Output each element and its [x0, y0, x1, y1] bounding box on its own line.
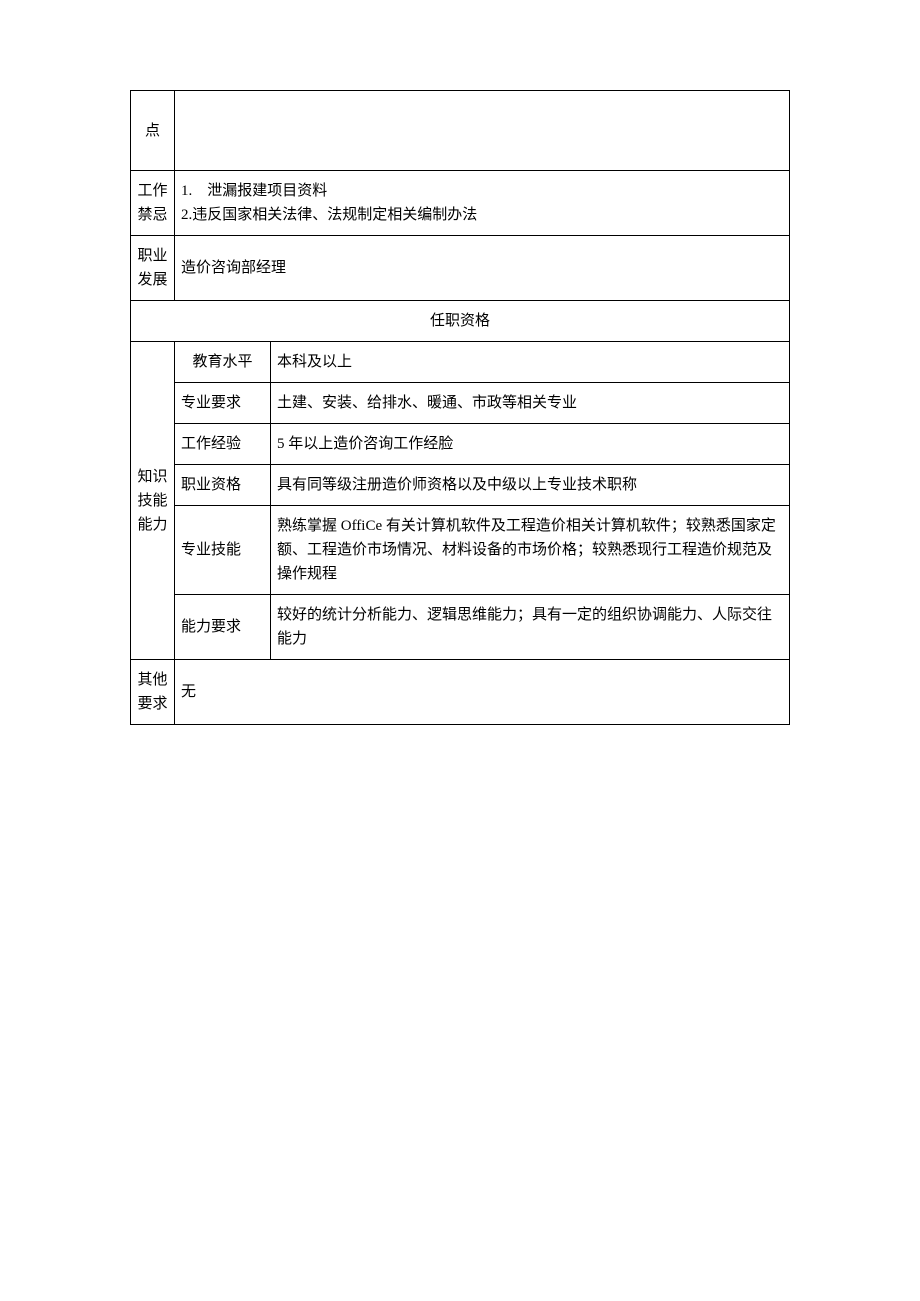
sub-label-qualification: 职业资格	[175, 465, 271, 506]
section-header-qualifications: 任职资格	[131, 301, 790, 342]
experience-value: 5 年以上造价咨询工作经脸	[271, 424, 790, 465]
major-value: 土建、安装、给排水、暖通、市政等相关专业	[271, 383, 790, 424]
row-label-knowledge-skills: 知识技能能力	[131, 342, 175, 660]
qualification-value: 具有同等级注册造价师资格以及中级以上专业技术职称	[271, 465, 790, 506]
work-taboo-line2: 2.违反国家相关法律、法规制定相关编制办法	[181, 203, 783, 227]
ability-value: 较好的统计分析能力、逻辑思维能力；具有一定的组织协调能力、人际交往能力	[271, 595, 790, 660]
sub-label-education: 教育水平	[175, 342, 271, 383]
career-dev-content: 造价咨询部经理	[175, 236, 790, 301]
row-label-work-taboo: 工作禁忌	[131, 171, 175, 236]
row-label-career-dev: 职业发展	[131, 236, 175, 301]
sub-label-ability: 能力要求	[175, 595, 271, 660]
sub-label-major: 专业要求	[175, 383, 271, 424]
skills-value: 熟练掌握 OffiCe 有关计算机软件及工程造价相关计算机软件；较熟悉国家定额、…	[271, 506, 790, 595]
point-content	[175, 91, 790, 171]
work-taboo-line1: 1. 泄漏报建项目资料	[181, 179, 783, 203]
sub-label-skills: 专业技能	[175, 506, 271, 595]
sub-label-experience: 工作经验	[175, 424, 271, 465]
job-qualification-table: 点 工作禁忌 1. 泄漏报建项目资料 2.违反国家相关法律、法规制定相关编制办法…	[130, 90, 790, 725]
row-label-other: 其他要求	[131, 660, 175, 725]
other-value: 无	[175, 660, 790, 725]
work-taboo-content: 1. 泄漏报建项目资料 2.违反国家相关法律、法规制定相关编制办法	[175, 171, 790, 236]
education-value: 本科及以上	[271, 342, 790, 383]
row-label-point: 点	[131, 91, 175, 171]
